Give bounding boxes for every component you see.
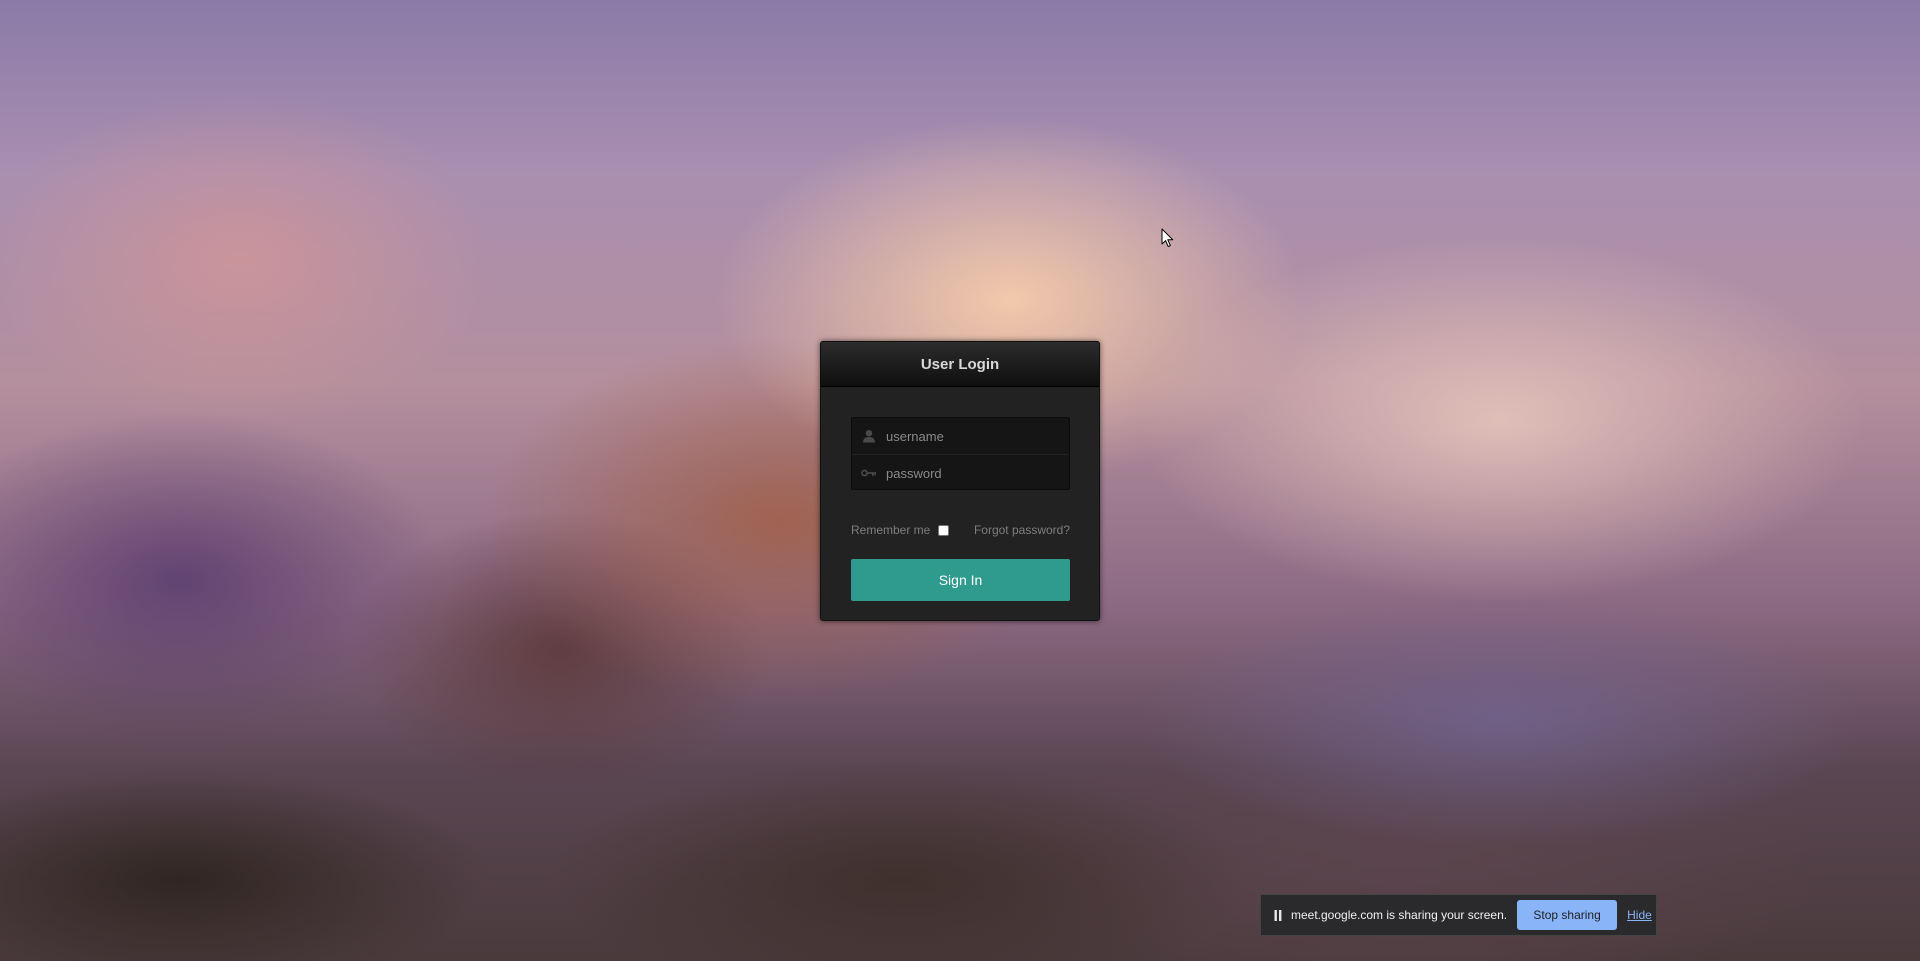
remember-me-label: Remember me bbox=[851, 523, 931, 537]
login-panel: User Login username Remember me Forgot p… bbox=[820, 341, 1100, 621]
login-options: Remember me Forgot password? bbox=[851, 520, 1070, 540]
remember-me-checkbox[interactable] bbox=[938, 524, 950, 536]
credentials-group bbox=[851, 417, 1070, 490]
screen-share-bar: meet.google.com is sharing your screen. … bbox=[1260, 894, 1657, 936]
share-message: meet.google.com is sharing your screen. bbox=[1291, 908, 1508, 922]
user-icon bbox=[852, 429, 886, 443]
forgot-password-link[interactable]: Forgot password? bbox=[974, 523, 1070, 537]
password-field bbox=[852, 454, 1069, 491]
password-input[interactable] bbox=[886, 465, 1056, 481]
hide-link[interactable]: Hide bbox=[1627, 908, 1652, 922]
pause-icon bbox=[1269, 909, 1287, 921]
mouse-cursor-icon bbox=[1161, 228, 1175, 253]
sign-in-button[interactable]: Sign In bbox=[851, 559, 1070, 601]
stop-sharing-button[interactable]: Stop sharing bbox=[1517, 900, 1618, 930]
username-input[interactable] bbox=[886, 428, 1056, 444]
key-icon bbox=[852, 468, 886, 478]
username-field bbox=[852, 418, 1069, 454]
login-title: User Login bbox=[920, 355, 1000, 373]
login-header: User Login bbox=[821, 342, 1099, 387]
remember-me: Remember me bbox=[851, 523, 950, 537]
